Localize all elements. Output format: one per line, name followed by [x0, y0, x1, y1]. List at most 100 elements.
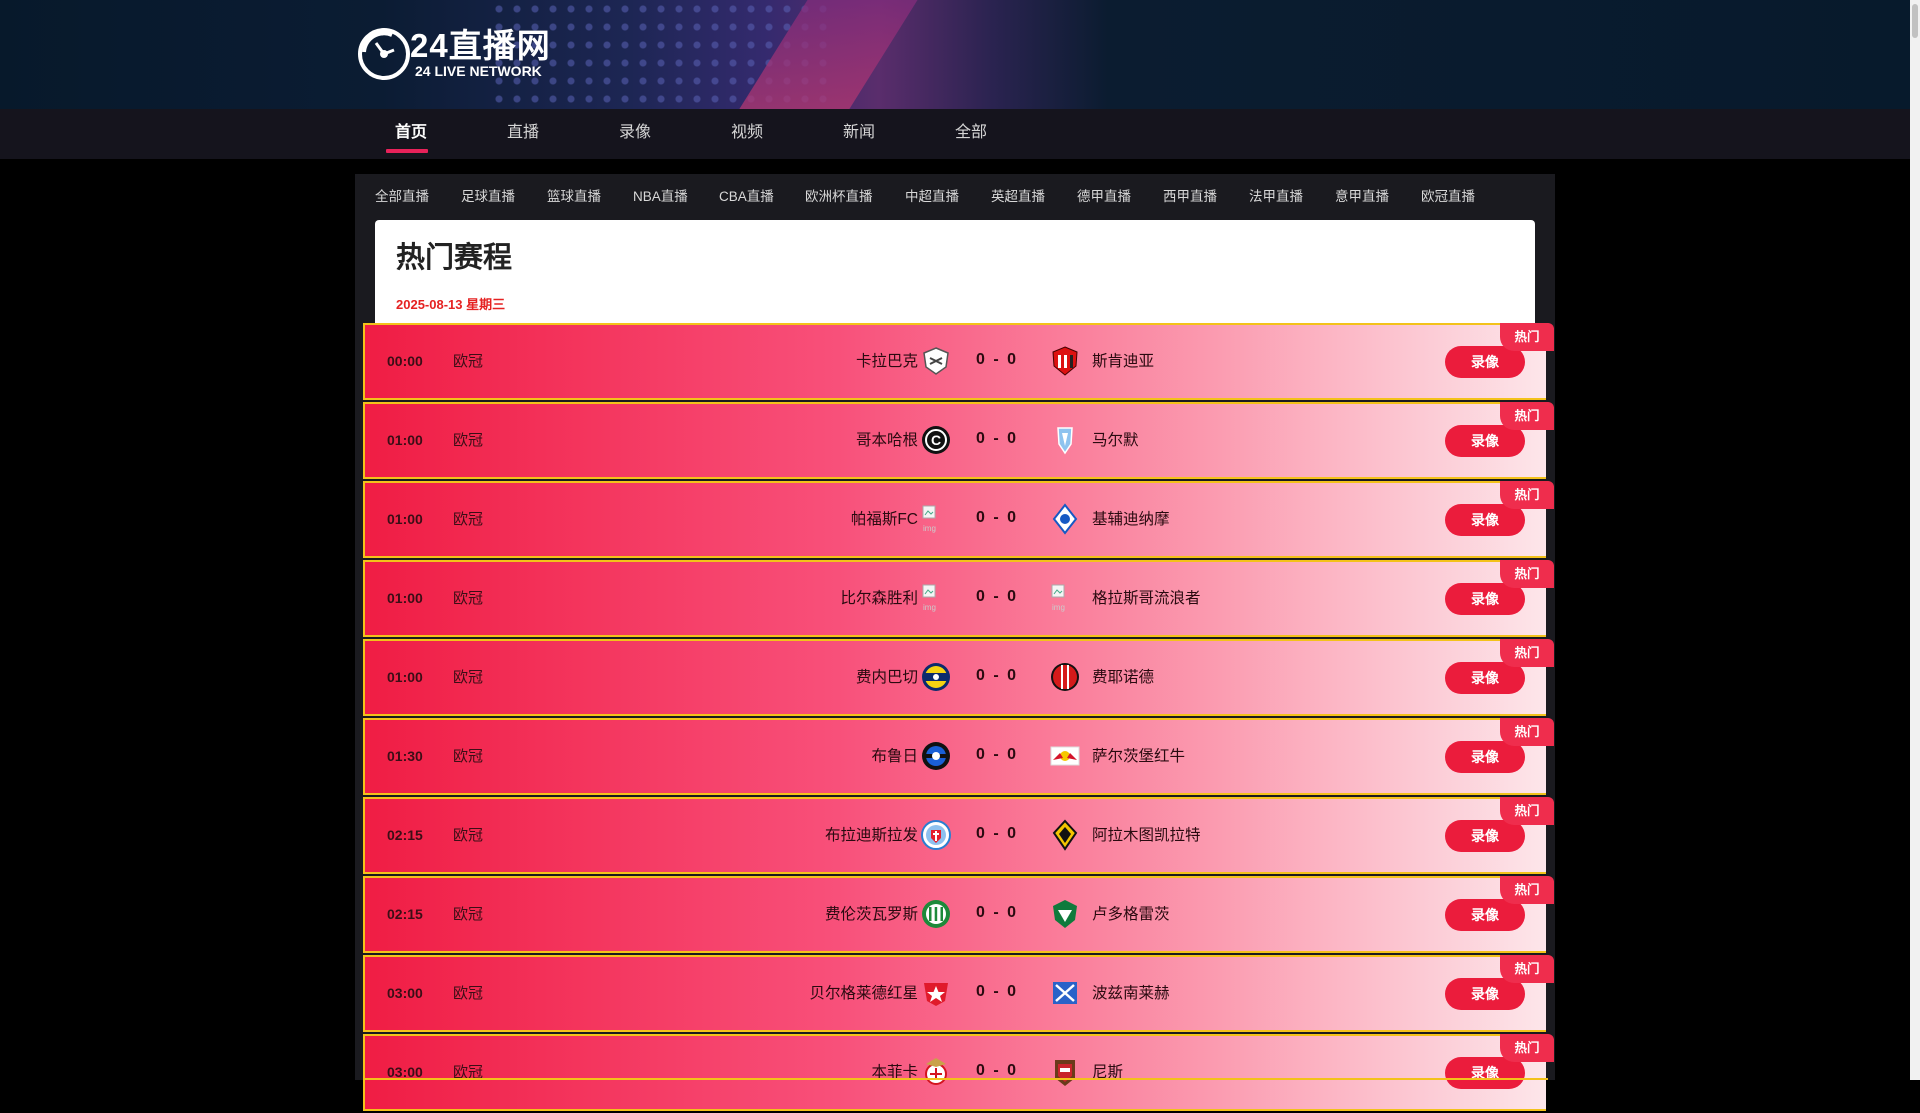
- hot-badge: 热门: [1500, 481, 1554, 509]
- clock-logo-icon: [358, 28, 410, 80]
- svg-text:img: img: [923, 524, 936, 533]
- hot-badge: 热门: [1500, 402, 1554, 430]
- match-score: 0 - 0: [975, 588, 1016, 605]
- site-logo[interactable]: 24直播网 24 LIVE NETWORK: [356, 26, 551, 82]
- match-score: 0 - 0: [975, 430, 1016, 447]
- category-ligue1[interactable]: 法甲直播: [1249, 180, 1335, 214]
- match-score: 0 - 0: [975, 509, 1016, 526]
- match-league: 欧冠: [453, 590, 484, 607]
- match-time: 03:00: [387, 985, 423, 1001]
- category-football[interactable]: 足球直播: [461, 180, 547, 214]
- home-team-name[interactable]: 费伦茨瓦罗斯: [825, 878, 918, 951]
- category-tabs: 全部直播 足球直播 篮球直播 NBA直播 CBA直播 欧洲杯直播 中超直播 英超…: [375, 180, 1507, 214]
- category-euro[interactable]: 欧洲杯直播: [805, 180, 905, 214]
- category-laliga[interactable]: 西甲直播: [1163, 180, 1249, 214]
- match-time: 01:00: [387, 669, 423, 685]
- match-league: 欧冠: [453, 985, 484, 1002]
- broken-image-icon: img: [1049, 582, 1081, 614]
- match-row[interactable]: 01:00 欧冠 哥本哈根 C 0 - 0 马尔默 录像 热门: [363, 402, 1554, 479]
- match-score: 0 - 0: [975, 667, 1016, 684]
- match-time: 01:00: [387, 590, 423, 606]
- hot-badge: 热门: [1500, 718, 1554, 746]
- home-team-name[interactable]: 卡拉巴克: [856, 325, 918, 398]
- match-time: 01:00: [387, 432, 423, 448]
- lech-poznan-crest-icon: [1049, 977, 1081, 1009]
- main-nav: 首页 直播 录像 视频 新闻 全部: [0, 109, 1910, 159]
- scrollbar-thumb[interactable]: [1912, 4, 1918, 38]
- home-team-name[interactable]: 布拉迪斯拉发: [825, 799, 918, 872]
- category-seriea[interactable]: 意甲直播: [1335, 180, 1421, 214]
- hot-badge: 热门: [1500, 560, 1554, 588]
- hot-badge: 热门: [1500, 1034, 1554, 1062]
- nav-replay[interactable]: 录像: [605, 109, 665, 159]
- home-team-name[interactable]: 费内巴切: [856, 641, 918, 714]
- away-team-name[interactable]: 萨尔茨堡红牛: [1092, 720, 1185, 793]
- broken-image-icon: img: [920, 503, 952, 535]
- category-csl[interactable]: 中超直播: [905, 180, 991, 214]
- home-team-name[interactable]: 贝尔格莱德红星: [809, 957, 918, 1030]
- hot-schedule-card: 热门赛程 2025-08-13 星期三: [375, 220, 1535, 328]
- match-row[interactable]: 01:30 欧冠 布鲁日 0 - 0 萨尔茨堡红牛 录像 热门: [363, 718, 1554, 795]
- home-team-name[interactable]: 布鲁日: [871, 720, 918, 793]
- nav-live[interactable]: 直播: [493, 109, 553, 159]
- match-league: 欧冠: [453, 827, 484, 844]
- match-row[interactable]: 00:00 欧冠 卡拉巴克 0 - 0 斯肯迪亚 录像 热门: [363, 323, 1554, 400]
- hot-badge: 热门: [1500, 797, 1554, 825]
- qarabag-crest-icon: [920, 345, 952, 377]
- malmo-crest-icon: [1049, 424, 1081, 456]
- category-ucl[interactable]: 欧冠直播: [1421, 180, 1507, 214]
- match-row[interactable]: 02:15 欧冠 费伦茨瓦罗斯 0 - 0 卢多格雷茨 录像 热门: [363, 876, 1554, 953]
- match-row[interactable]: 01:00 欧冠 帕福斯FC img 0 - 0 基辅迪纳摩 录像 热门: [363, 481, 1554, 558]
- match-row[interactable]: 02:15 欧冠 布拉迪斯拉发 0 - 0 阿拉木图凯拉特 录像 热门: [363, 797, 1554, 874]
- away-team-name[interactable]: 基辅迪纳摩: [1092, 483, 1170, 556]
- match-score: 0 - 0: [975, 351, 1016, 368]
- match-row[interactable]: 03:00 欧冠 本菲卡 0 - 0 尼斯 录像 热门: [363, 1034, 1554, 1111]
- hot-badge: 热门: [1500, 955, 1554, 983]
- match-league: 欧冠: [453, 906, 484, 923]
- match-time: 01:00: [387, 511, 423, 527]
- match-row[interactable]: 01:00 欧冠 比尔森胜利 img 0 - 0 img 格拉斯哥流浪者 录像 …: [363, 560, 1554, 637]
- home-team-name[interactable]: 帕福斯FC: [851, 483, 918, 556]
- category-bundesliga[interactable]: 德甲直播: [1077, 180, 1163, 214]
- nav-video[interactable]: 视频: [717, 109, 777, 159]
- away-team-name[interactable]: 卢多格雷茨: [1092, 878, 1170, 951]
- match-time: 01:30: [387, 748, 423, 764]
- category-epl[interactable]: 英超直播: [991, 180, 1077, 214]
- category-cba[interactable]: CBA直播: [719, 180, 805, 214]
- nav-home[interactable]: 首页: [381, 109, 441, 159]
- away-team-name[interactable]: 格拉斯哥流浪者: [1092, 562, 1201, 635]
- match-time: 03:00: [387, 1064, 423, 1080]
- category-all-live[interactable]: 全部直播: [375, 180, 461, 214]
- nav-all[interactable]: 全部: [941, 109, 1001, 159]
- match-row[interactable]: 03:00 欧冠 贝尔格莱德红星 0 - 0 波兹南莱赫 录像 热门: [363, 955, 1554, 1032]
- club-brugge-crest-icon: [920, 740, 952, 772]
- ferencvaros-crest-icon: [920, 898, 952, 930]
- match-time: 00:00: [387, 353, 423, 369]
- match-score: 0 - 0: [975, 983, 1016, 1000]
- category-basketball[interactable]: 篮球直播: [547, 180, 633, 214]
- away-team-name[interactable]: 马尔默: [1092, 404, 1139, 477]
- away-team-name[interactable]: 波兹南莱赫: [1092, 957, 1170, 1030]
- home-team-name[interactable]: 本菲卡: [871, 1036, 918, 1109]
- kairat-crest-icon: [1049, 819, 1081, 851]
- page-scrollbar[interactable]: [1910, 0, 1920, 1080]
- home-team-name[interactable]: 比尔森胜利: [840, 562, 918, 635]
- away-team-name[interactable]: 阿拉木图凯拉特: [1092, 799, 1201, 872]
- schedule-date: 2025-08-13 星期三: [396, 297, 506, 312]
- nav-news[interactable]: 新闻: [829, 109, 889, 159]
- salzburg-crest-icon: [1049, 740, 1081, 772]
- away-team-name[interactable]: 费耶诺德: [1092, 641, 1154, 714]
- away-team-name[interactable]: 斯肯迪亚: [1092, 325, 1154, 398]
- match-score: 0 - 0: [975, 904, 1016, 921]
- category-nba[interactable]: NBA直播: [633, 180, 719, 214]
- match-time: 02:15: [387, 827, 423, 843]
- section-title: 热门赛程: [396, 242, 513, 274]
- home-team-name[interactable]: 哥本哈根: [856, 404, 918, 477]
- fenerbahce-crest-icon: [920, 661, 952, 693]
- match-row[interactable]: 01:00 欧冠 费内巴切 0 - 0 费耶诺德 录像 热门: [363, 639, 1554, 716]
- ludogorets-crest-icon: [1049, 898, 1081, 930]
- dynamo-kyiv-crest-icon: [1049, 503, 1081, 535]
- away-team-name[interactable]: 尼斯: [1092, 1036, 1123, 1109]
- benfica-crest-icon: [920, 1056, 952, 1088]
- match-list: 00:00 欧冠 卡拉巴克 0 - 0 斯肯迪亚 录像 热门 01:00 欧冠 …: [363, 323, 1554, 1113]
